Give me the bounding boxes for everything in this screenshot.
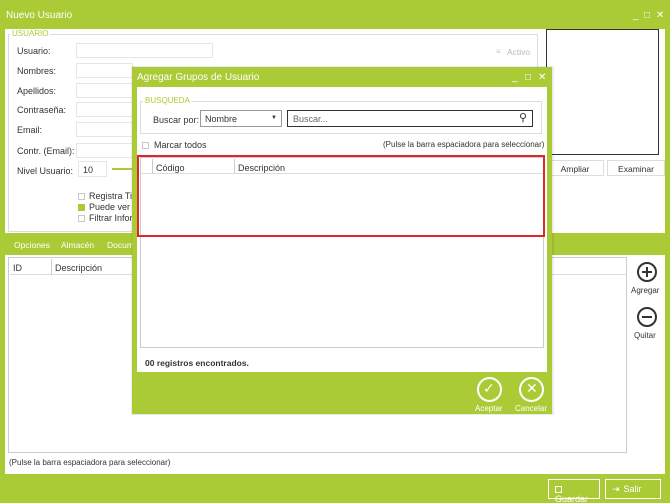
label-contr-email: Contr. (Email):	[17, 146, 75, 156]
modal-hint: (Pulse la barra espaciadora para selecci…	[383, 140, 545, 149]
marcar-todos-checkbox[interactable]	[142, 142, 149, 149]
contrasena-input[interactable]	[76, 102, 133, 117]
usuario-legend: USUARIO	[10, 29, 51, 38]
modal-close-button[interactable]: ✕	[538, 72, 546, 83]
chevron-down-icon: ▼	[271, 115, 277, 121]
accept-icon[interactable]: ✓	[477, 377, 502, 402]
search-input[interactable]: Buscar...	[287, 110, 533, 127]
marcar-todos-label: Marcar todos	[154, 140, 207, 150]
examinar-button[interactable]: Examinar	[607, 160, 665, 176]
nivel-slider-track[interactable]	[112, 168, 132, 170]
add-icon[interactable]	[637, 262, 657, 282]
filtrar-informacion-checkbox[interactable]	[78, 215, 85, 222]
usuario-input[interactable]	[76, 43, 213, 58]
col-descripcion-modal[interactable]: Descripción	[238, 163, 285, 173]
window-title-bar: Nuevo Usuario	[0, 0, 670, 29]
accept-button-label[interactable]: Aceptar	[475, 404, 503, 413]
tab-documentos[interactable]: Docum	[107, 240, 134, 250]
label-nivel-usuario: Nivel Usuario:	[17, 166, 74, 176]
remove-button-label[interactable]: Quitar	[634, 331, 656, 340]
modal-frame-right	[547, 87, 552, 372]
cancel-button-label[interactable]: Cancelar	[515, 404, 547, 413]
modal-grid-header	[141, 159, 543, 174]
col-codigo[interactable]: Código	[156, 163, 185, 173]
records-count: 00 registros encontrados.	[145, 358, 249, 368]
grid-hint: (Pulse la barra espaciadora para selecci…	[9, 458, 171, 467]
modal-minimize-button[interactable]: _	[512, 72, 518, 83]
registra-tip-checkbox[interactable]	[78, 193, 85, 200]
search-placeholder: Buscar...	[293, 114, 329, 124]
col-descripcion[interactable]: Descripción	[55, 263, 102, 273]
nivel-usuario-value: 10	[83, 165, 94, 175]
activo-icon: ≡	[496, 47, 501, 56]
modal-col-divider-2	[234, 159, 235, 174]
cancel-icon[interactable]: ✕	[519, 377, 544, 402]
modal-title-bar: Agregar Grupos de Usuario	[132, 67, 552, 87]
contr-email-input[interactable]	[76, 143, 133, 158]
remove-icon[interactable]	[637, 307, 657, 327]
x-icon: ✕	[526, 380, 538, 396]
ampliar-button[interactable]: Ampliar	[546, 160, 604, 176]
col-id[interactable]: ID	[13, 263, 22, 273]
registra-tip-label: Registra Tip	[89, 191, 138, 201]
label-usuario: Usuario:	[17, 46, 51, 56]
tab-almacen[interactable]: Almacén	[61, 240, 94, 250]
search-legend: BUSQUEDA	[143, 96, 192, 105]
exit-button[interactable]: ⇥ Salir	[605, 479, 661, 499]
nivel-usuario-input[interactable]: 10	[78, 161, 107, 177]
search-icon[interactable]: ⚲	[519, 111, 527, 124]
exit-icon: ⇥	[612, 484, 620, 494]
label-contrasena: Contraseña:	[17, 105, 67, 115]
modal-title: Agregar Grupos de Usuario	[137, 72, 260, 83]
filtrar-informacion-label: Filtrar Inforr	[89, 213, 136, 223]
modal-maximize-button[interactable]: □	[525, 72, 531, 83]
window-frame-right	[665, 29, 670, 474]
save-icon	[555, 486, 562, 493]
puede-ver-checkbox[interactable]	[78, 204, 85, 211]
close-button[interactable]: ✕	[656, 10, 664, 21]
buscar-por-value: Nombre	[205, 114, 238, 124]
modal-col-divider-1	[152, 159, 153, 174]
maximize-button[interactable]: □	[644, 10, 650, 21]
buscar-por-label: Buscar por:	[153, 115, 200, 125]
minimize-button[interactable]: _	[633, 10, 639, 21]
check-icon: ✓	[483, 380, 495, 396]
window-title: Nuevo Usuario	[6, 10, 73, 21]
exit-label: Salir	[623, 484, 642, 494]
label-apellidos: Apellidos:	[17, 86, 57, 96]
activo-label[interactable]: Activo	[507, 47, 530, 57]
buscar-por-select[interactable]: Nombre	[200, 110, 282, 127]
photo-box	[546, 29, 659, 155]
col-divider	[51, 259, 52, 275]
email-input[interactable]	[76, 122, 133, 137]
label-email: Email:	[17, 125, 43, 135]
save-button[interactable]: Guardar	[548, 479, 600, 504]
add-button-label[interactable]: Agregar	[631, 286, 659, 295]
tab-opciones[interactable]: Opciones	[14, 240, 50, 250]
nombres-input[interactable]	[76, 63, 133, 78]
apellidos-input[interactable]	[76, 83, 133, 98]
label-nombres: Nombres:	[17, 66, 57, 76]
